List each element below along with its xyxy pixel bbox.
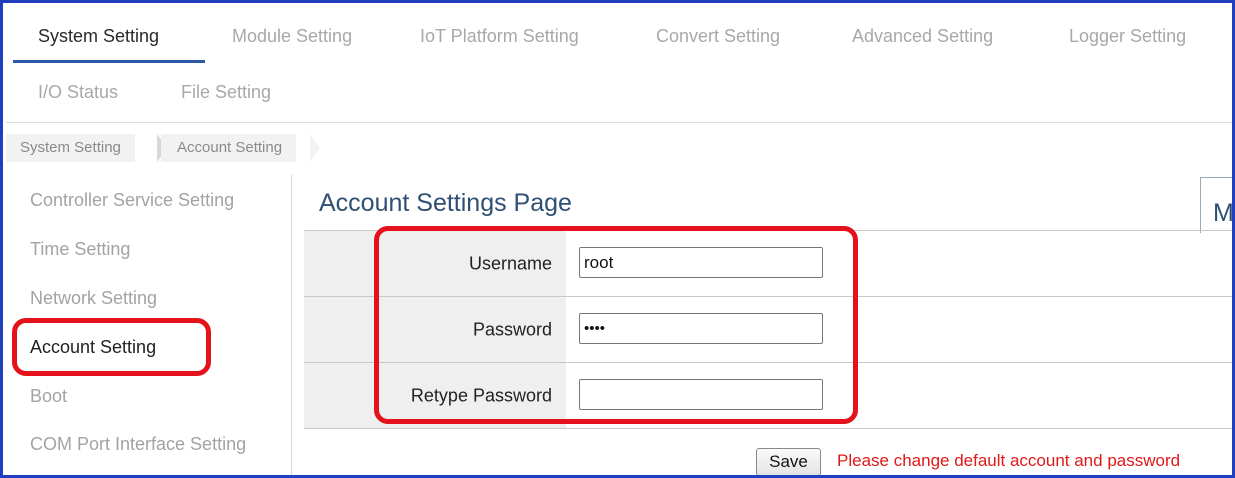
sidebar-item-account-setting[interactable]: Account Setting: [30, 337, 156, 358]
breadcrumb-item-system-setting[interactable]: System Setting: [6, 134, 135, 162]
save-row: Save Please change default account and p…: [304, 429, 1232, 475]
sidebar-item-time-setting[interactable]: Time Setting: [30, 239, 130, 260]
breadcrumb-item-account-setting[interactable]: Account Setting: [161, 134, 297, 162]
tab-iot-platform-setting[interactable]: IoT Platform Setting: [420, 26, 579, 47]
tab-io-status[interactable]: I/O Status: [38, 82, 118, 103]
default-credentials-warning: Please change default account and passwo…: [837, 451, 1181, 470]
form-row-password: Password ••••: [304, 297, 1232, 363]
tab-advanced-setting[interactable]: Advanced Setting: [852, 26, 993, 47]
tab-module-setting[interactable]: Module Setting: [232, 26, 352, 47]
tab-system-setting[interactable]: System Setting: [38, 26, 159, 47]
form-row-retype-password: Retype Password: [304, 363, 1232, 429]
sidebar-item-network-setting[interactable]: Network Setting: [30, 288, 157, 309]
retype-password-label: Retype Password: [410, 385, 552, 405]
app-frame: System Setting Module Setting IoT Platfo…: [0, 0, 1235, 478]
top-tab-bar: System Setting Module Setting IoT Platfo…: [6, 6, 1232, 123]
side-tab[interactable]: M: [1200, 177, 1232, 233]
username-label: Username: [468, 253, 552, 273]
sidebar-item-com-port-interface-setting[interactable]: COM Port Interface Setting: [30, 434, 246, 455]
save-button[interactable]: Save: [756, 448, 821, 475]
form-row-username: Username root: [304, 231, 1232, 297]
active-tab-indicator: [13, 60, 205, 63]
label-cell: Username: [304, 231, 566, 296]
label-cell: Retype Password: [304, 363, 566, 428]
account-form: Username root Password •••• Retype Passw…: [304, 230, 1232, 429]
label-cell: Password: [304, 297, 566, 362]
page-title: Account Settings Page: [319, 189, 572, 217]
password-label: Password: [472, 319, 552, 339]
sidebar: Controller Service Setting Time Setting …: [6, 175, 292, 475]
breadcrumb-end-arrow: [310, 134, 320, 162]
password-input[interactable]: ••••: [579, 313, 823, 344]
tab-convert-setting[interactable]: Convert Setting: [656, 26, 780, 47]
tab-logger-setting[interactable]: Logger Setting: [1069, 26, 1186, 47]
retype-password-input[interactable]: [579, 379, 823, 410]
username-input[interactable]: root: [579, 247, 823, 278]
sidebar-item-boot[interactable]: Boot: [30, 386, 67, 407]
tab-file-setting[interactable]: File Setting: [181, 82, 271, 103]
sidebar-item-controller-service-setting[interactable]: Controller Service Setting: [30, 190, 234, 211]
